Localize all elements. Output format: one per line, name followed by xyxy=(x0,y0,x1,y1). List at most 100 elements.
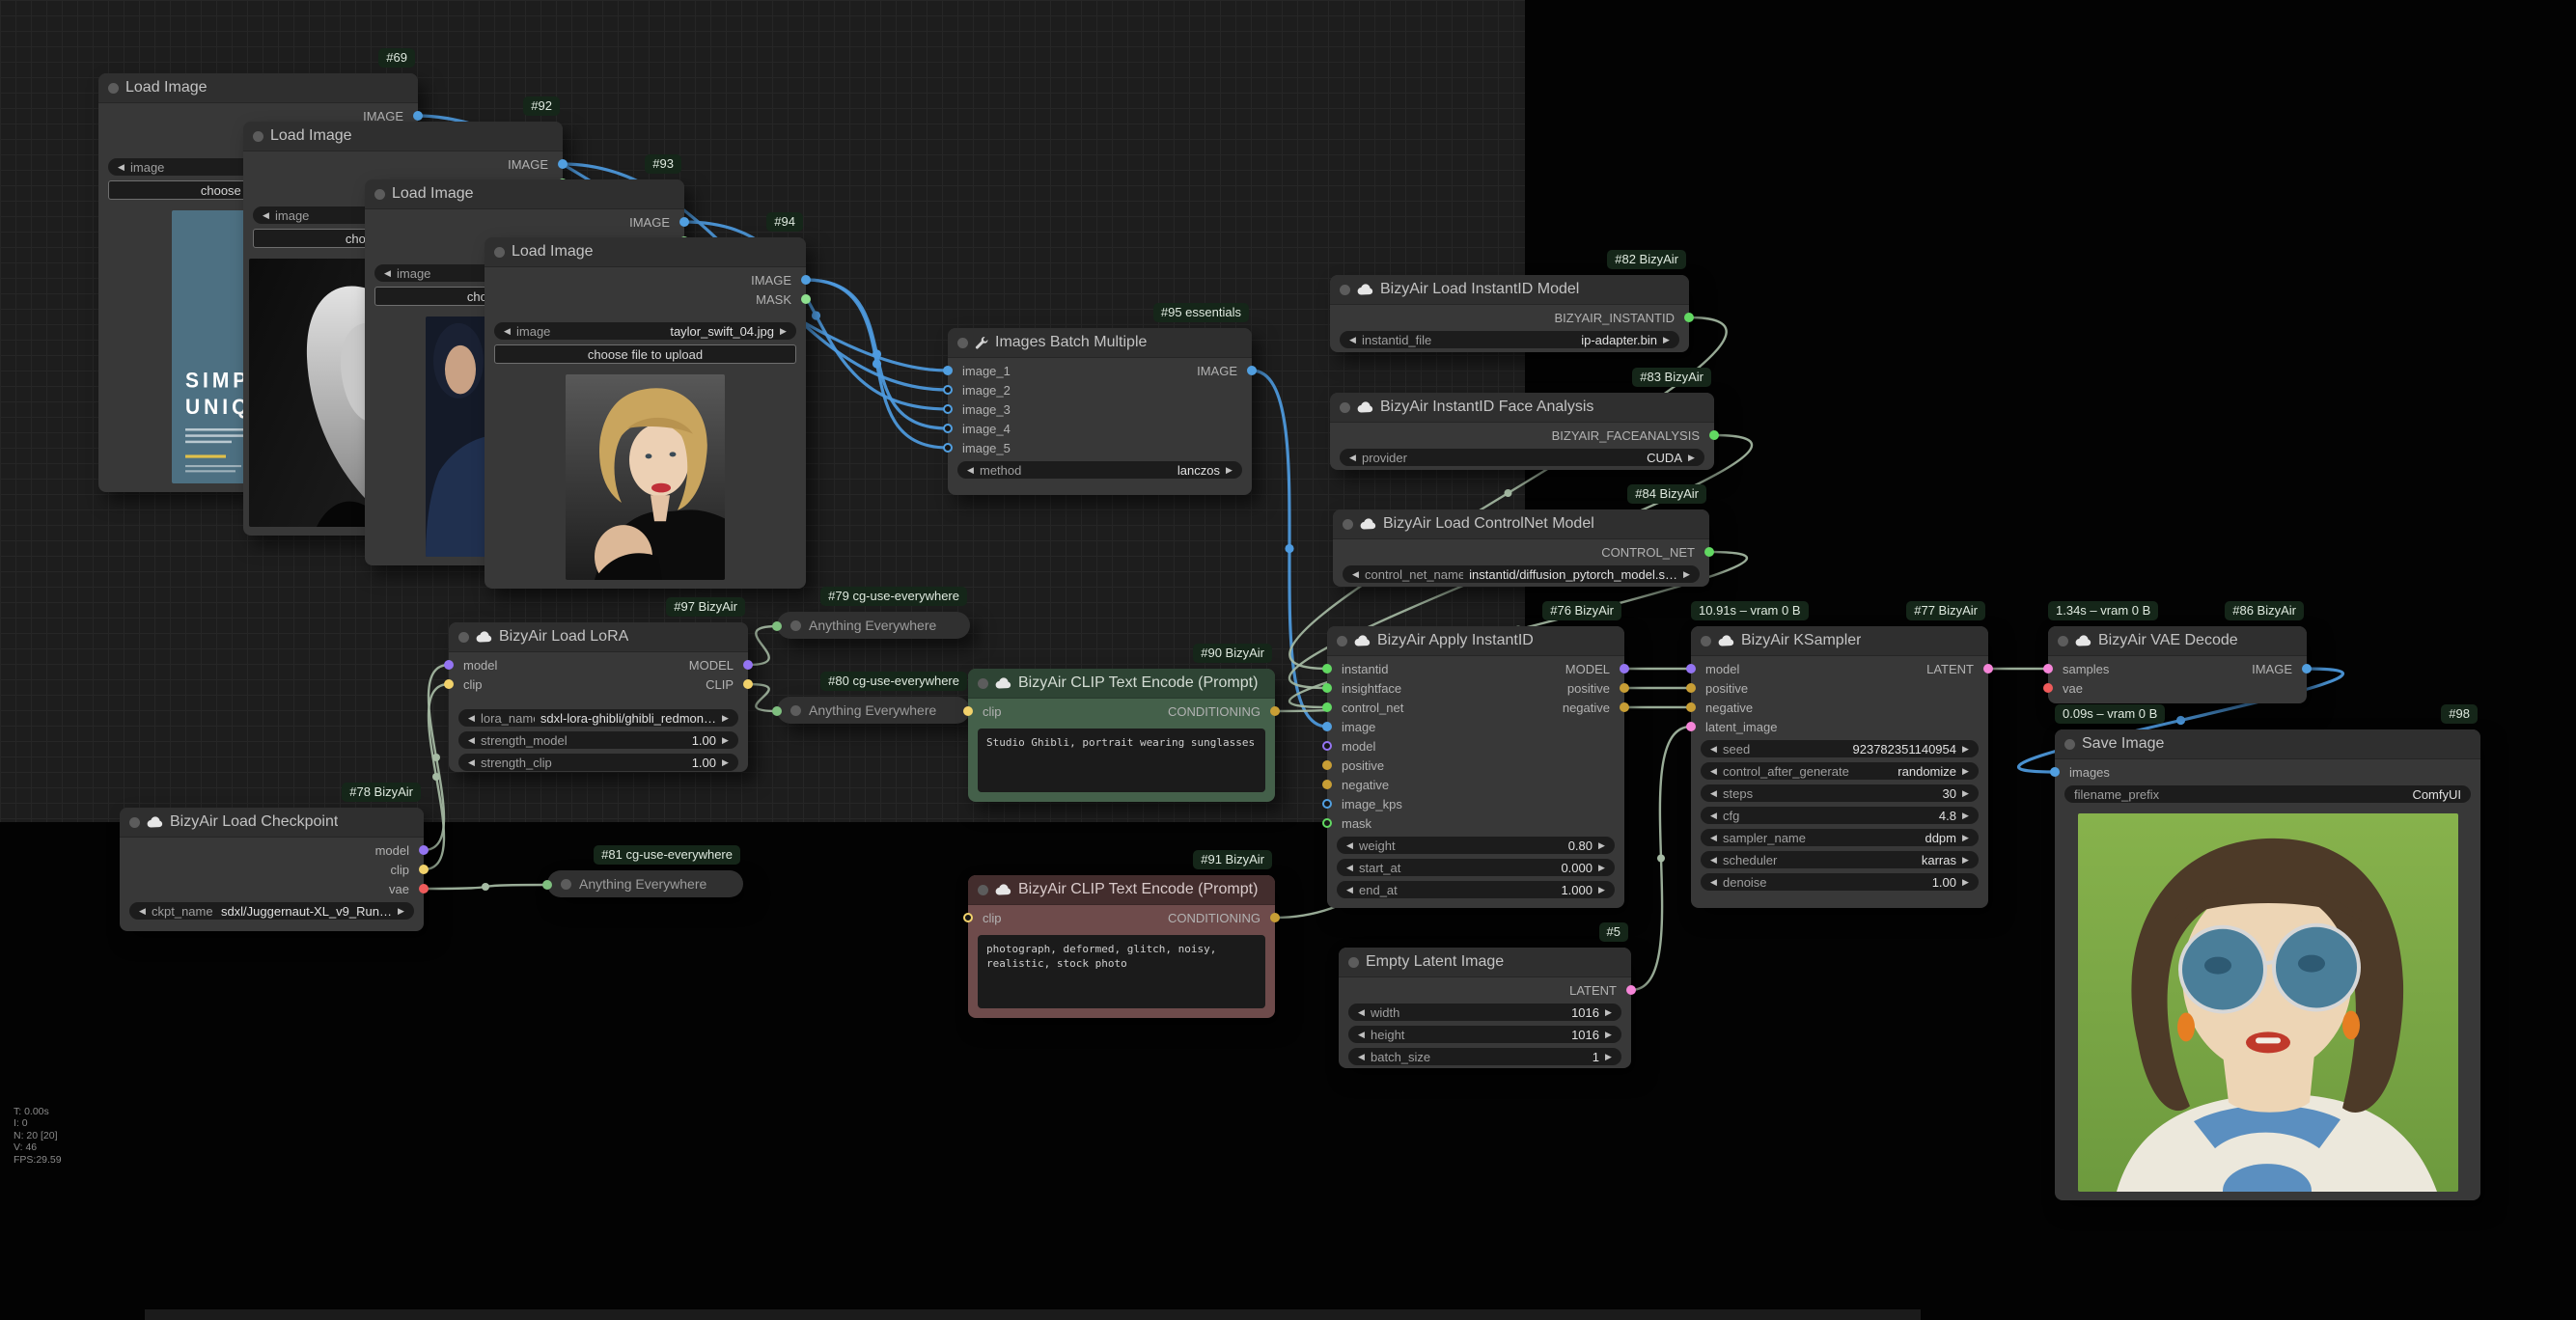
widget-lora_name[interactable]: ◀ lora_name sdxl-lora-ghibli/ghibli_redmon… xyxy=(458,709,738,727)
widget-sampler_name[interactable]: ◀ sampler_name ddpm ▶ xyxy=(1701,829,1979,846)
combo-right-arrow[interactable]: ▶ xyxy=(395,906,407,917)
combo-left-arrow[interactable]: ◀ xyxy=(1707,811,1720,821)
node-header[interactable]: Load Image xyxy=(365,179,684,209)
input-port-insightface[interactable] xyxy=(1322,683,1332,693)
node-header[interactable]: BizyAir CLIP Text Encode (Prompt) xyxy=(968,875,1275,905)
node-empty-latent-image-5[interactable]: #5 Empty Latent Image LATENT ◀ width 1016 ▶ ◀ he… xyxy=(1339,922,1636,1068)
collapse-dot[interactable] xyxy=(458,631,469,643)
combo-left-arrow[interactable]: ◀ xyxy=(115,162,127,173)
widget-image[interactable]: ◀ image taylor_swift_04.jpg ▶ xyxy=(494,322,796,340)
input-port-image_2[interactable] xyxy=(943,385,953,395)
widget-seed[interactable]: ◀ seed 923782351140954 ▶ xyxy=(1701,740,1979,757)
input-port-image_4[interactable] xyxy=(943,424,953,433)
node-graph-canvas[interactable]: #69Load ImageIMAGEMASK◀image▶choose file… xyxy=(0,0,2576,1320)
combo-right-arrow[interactable]: ▶ xyxy=(777,326,789,337)
node-bizyair-load-checkpoint-78[interactable]: #78 BizyAir BizyAir Load Checkpoint model c… xyxy=(120,783,429,931)
combo-left-arrow[interactable]: ◀ xyxy=(381,268,394,279)
widget-batch_size[interactable]: ◀ batch_size 1 ▶ xyxy=(1348,1048,1621,1065)
output-port-MODEL[interactable] xyxy=(743,660,753,670)
combo-left-arrow[interactable]: ◀ xyxy=(136,906,149,917)
collapse-dot[interactable] xyxy=(494,246,505,258)
node-header[interactable]: Load Image xyxy=(243,122,563,151)
node-bizyair-apply-instantid-76[interactable]: #76 BizyAir BizyAir Apply InstantID instan… xyxy=(1322,601,1629,908)
collapse-dot[interactable] xyxy=(374,188,385,200)
output-port-CLIP[interactable] xyxy=(743,679,753,689)
input-port-negative[interactable] xyxy=(1686,702,1696,712)
combo-right-arrow[interactable]: ▶ xyxy=(1959,811,1972,821)
input-port-clip[interactable] xyxy=(963,706,973,716)
widget-control_after_generate[interactable]: ◀ control_after_generate randomize ▶ xyxy=(1701,762,1979,780)
combo-right-arrow[interactable]: ▶ xyxy=(1595,863,1608,873)
node-images-batch-multiple-95[interactable]: #95 essentials Images Batch Multiple image… xyxy=(943,303,1257,495)
combo-right-arrow[interactable]: ▶ xyxy=(1223,465,1235,476)
widget-ckpt_name[interactable]: ◀ ckpt_name sdxl/Juggernaut-XL_v9_Run… ▶ xyxy=(129,902,414,920)
collapse-dot[interactable] xyxy=(957,337,968,348)
collapse-dot[interactable] xyxy=(561,878,571,890)
node-header[interactable]: Empty Latent Image xyxy=(1339,948,1631,977)
node-header[interactable]: Save Image xyxy=(2055,729,2480,759)
output-port-IMAGE[interactable] xyxy=(801,275,811,285)
output-port-LATENT[interactable] xyxy=(1983,664,1993,674)
output-port-IMAGE[interactable] xyxy=(679,217,689,227)
combo-left-arrow[interactable]: ◀ xyxy=(1707,877,1720,888)
output-port-model[interactable] xyxy=(419,845,429,855)
combo-right-arrow[interactable]: ▶ xyxy=(1660,335,1673,345)
collapse-dot[interactable] xyxy=(1348,956,1359,968)
input-port-vae[interactable] xyxy=(2043,683,2053,693)
combo-left-arrow[interactable]: ◀ xyxy=(1346,453,1359,463)
input-port-model[interactable] xyxy=(444,660,454,670)
combo-left-arrow[interactable]: ◀ xyxy=(1343,885,1356,895)
combo-left-arrow[interactable]: ◀ xyxy=(1355,1052,1368,1062)
input-port-samples[interactable] xyxy=(2043,664,2053,674)
input-port-clip[interactable] xyxy=(963,913,973,922)
input-port[interactable] xyxy=(542,880,552,890)
combo-right-arrow[interactable]: ▶ xyxy=(1685,453,1698,463)
output-port-BIZYAIR_FACEANALYSIS[interactable] xyxy=(1709,430,1719,440)
input-port-instantid[interactable] xyxy=(1322,664,1332,674)
combo-right-arrow[interactable]: ▶ xyxy=(719,713,732,724)
combo-left-arrow[interactable]: ◀ xyxy=(1343,840,1356,851)
collapse-dot[interactable] xyxy=(129,816,140,828)
output-port-CONTROL_NET[interactable] xyxy=(1704,547,1714,557)
node-anything-everywhere-79[interactable]: #79 cg-use-everywhere Anything Everywhere xyxy=(772,587,970,639)
node-anything-everywhere-81[interactable]: #81 cg-use-everywhere Anything Everywhere xyxy=(542,845,743,897)
combo-left-arrow[interactable]: ◀ xyxy=(1707,766,1720,777)
collapse-dot[interactable] xyxy=(1337,635,1347,646)
input-port-positive[interactable] xyxy=(1686,683,1696,693)
widget-height[interactable]: ◀ height 1016 ▶ xyxy=(1348,1026,1621,1043)
widget-strength_clip[interactable]: ◀ strength_clip 1.00 ▶ xyxy=(458,754,738,771)
widget-weight[interactable]: ◀ weight 0.80 ▶ xyxy=(1337,837,1615,854)
node-header[interactable]: BizyAir CLIP Text Encode (Prompt) xyxy=(968,669,1275,699)
prompt-textarea[interactable]: Studio Ghibli, portrait wearing sunglass… xyxy=(978,729,1265,792)
collapse-dot[interactable] xyxy=(2064,738,2075,750)
output-port-clip[interactable] xyxy=(419,865,429,874)
widget-cfg[interactable]: ◀ cfg 4.8 ▶ xyxy=(1701,807,1979,824)
collapse-dot[interactable] xyxy=(1701,635,1711,646)
node-save-image-98[interactable]: 0.09s – vram 0 B #98 Save Image images filen… xyxy=(2050,704,2480,1200)
combo-right-arrow[interactable]: ▶ xyxy=(1602,1052,1615,1062)
node-header[interactable]: BizyAir Load InstantID Model xyxy=(1330,275,1689,305)
combo-left-arrow[interactable]: ◀ xyxy=(1707,855,1720,866)
collapse-dot[interactable] xyxy=(2058,635,2068,646)
combo-left-arrow[interactable]: ◀ xyxy=(1707,788,1720,799)
node-anything-everywhere-80[interactable]: #80 cg-use-everywhere Anything Everywhere xyxy=(772,672,970,724)
combo-right-arrow[interactable]: ▶ xyxy=(1595,840,1608,851)
combo-right-arrow[interactable]: ▶ xyxy=(1595,885,1608,895)
combo-left-arrow[interactable]: ◀ xyxy=(501,326,513,337)
combo-right-arrow[interactable]: ▶ xyxy=(1959,877,1972,888)
combo-right-arrow[interactable]: ▶ xyxy=(1602,1007,1615,1018)
node-header[interactable]: BizyAir InstantID Face Analysis xyxy=(1330,393,1714,423)
input-port-image[interactable] xyxy=(1322,722,1332,731)
widget-denoise[interactable]: ◀ denoise 1.00 ▶ xyxy=(1701,873,1979,891)
combo-left-arrow[interactable]: ◀ xyxy=(1343,863,1356,873)
widget-filename_prefix[interactable]: filename_prefix ComfyUI xyxy=(2064,785,2471,803)
collapse-dot[interactable] xyxy=(108,82,119,94)
widget-method[interactable]: ◀ method lanczos ▶ xyxy=(957,461,1242,479)
upload-button[interactable]: choose file to upload xyxy=(494,344,796,364)
prompt-textarea[interactable]: photograph, deformed, glitch, noisy, rea… xyxy=(978,935,1265,1008)
node-header[interactable]: BizyAir Load LoRA xyxy=(449,622,748,652)
node-header[interactable]: BizyAir Load Checkpoint xyxy=(120,808,424,838)
widget-steps[interactable]: ◀ steps 30 ▶ xyxy=(1701,784,1979,802)
output-port-IMAGE[interactable] xyxy=(1247,366,1257,375)
node-load-image-94[interactable]: #94 Load Image IMAGE MASK ◀ image taylor_swift… xyxy=(485,212,811,589)
